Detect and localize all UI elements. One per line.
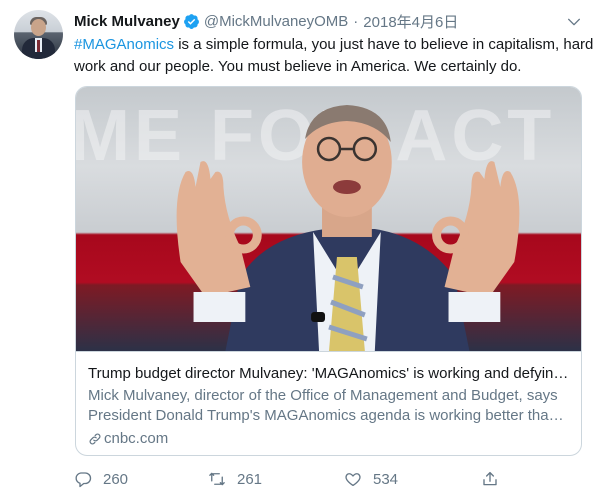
avatar-tie	[37, 40, 40, 52]
tweet-actions: 260 261 534	[74, 466, 504, 492]
link-icon	[89, 433, 101, 445]
retweet-button[interactable]: 261	[208, 466, 262, 492]
like-button[interactable]: 534	[344, 466, 398, 492]
chevron-down-icon[interactable]	[566, 14, 582, 30]
card-domain-text: cnbc.com	[104, 430, 169, 447]
author-handle[interactable]: @MickMulvaneyOMB	[204, 13, 348, 30]
retweet-count: 261	[237, 470, 263, 488]
hashtag-link[interactable]: #MAGAnomics	[74, 36, 174, 53]
card-description: Mick Mulvaney, director of the Office of…	[88, 386, 569, 426]
retweet-icon	[209, 472, 225, 486]
author-name[interactable]: Mick Mulvaney	[74, 13, 180, 30]
reply-icon	[75, 472, 92, 488]
tweet-text: #MAGAnomics is a simple formula, you jus…	[74, 34, 594, 78]
share-icon	[483, 471, 497, 486]
card-description-line-2: President Donald Trump's MAGAnomics agen…	[88, 407, 569, 424]
heart-icon	[345, 473, 361, 487]
tweet-header: Mick Mulvaney @MickMulvaneyOMB · 2018年4月…	[74, 11, 458, 31]
avatar-head	[31, 19, 46, 36]
tweet-timestamp[interactable]: 2018年4月6日	[363, 11, 458, 32]
separator-dot: ·	[353, 12, 359, 30]
share-button[interactable]	[481, 466, 510, 492]
reply-button[interactable]: 260	[74, 466, 128, 492]
tweet: Mick Mulvaney @MickMulvaneyOMB · 2018年4月…	[0, 0, 600, 500]
card-image-person	[176, 105, 520, 351]
verified-badge-icon	[183, 13, 199, 29]
reply-count: 260	[103, 470, 129, 488]
card-image: ME FOR ACT	[76, 87, 581, 351]
avatar[interactable]	[14, 10, 63, 59]
card-domain: cnbc.com	[88, 429, 569, 449]
link-card[interactable]: ME FOR ACT Trump budget director Mulvane…	[75, 86, 582, 456]
card-description-line-1: Mick Mulvaney, director of the Office of…	[88, 387, 558, 404]
like-count: 534	[373, 470, 399, 488]
card-title: Trump budget director Mulvaney: 'MAGAnom…	[88, 365, 569, 382]
card-body: Trump budget director Mulvaney: 'MAGAnom…	[76, 351, 581, 449]
